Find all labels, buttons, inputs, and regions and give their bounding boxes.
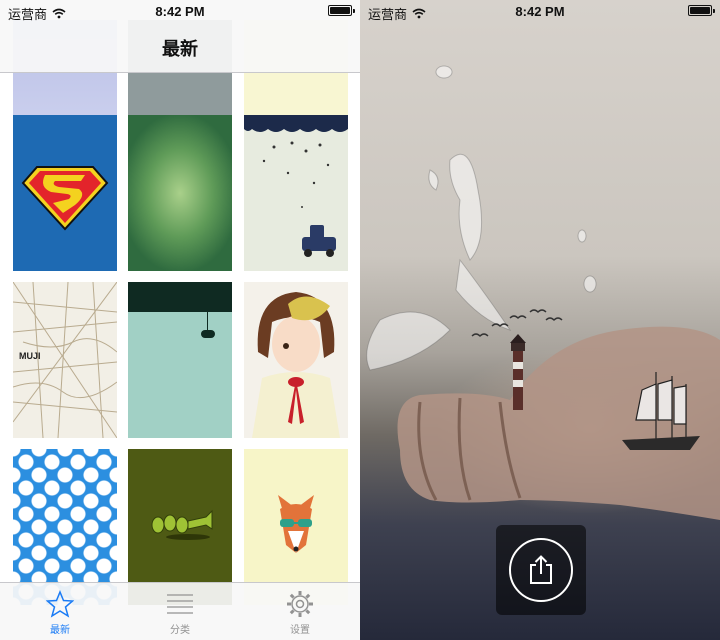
tab-latest[interactable]: 最新: [0, 583, 120, 640]
tab-settings-label: 设置: [290, 625, 310, 636]
wallpaper-tile-superman[interactable]: [13, 115, 117, 271]
share-circle: [509, 538, 573, 602]
wallpaper-preview-screen: 运营商 8:42 PM: [360, 0, 720, 640]
anime-girl-art: [252, 292, 340, 438]
dark-band: [128, 282, 232, 312]
superman-logo-icon: [21, 166, 109, 231]
tab-categories[interactable]: 分类: [120, 583, 240, 640]
muji-label: MUJI: [19, 351, 41, 361]
wallpaper-tile-muji-map[interactable]: MUJI: [13, 282, 117, 438]
status-bar: 运营商 8:42 PM: [0, 0, 360, 22]
wallpaper-list-screen: ✻ ✻ ✻ ✻: [0, 0, 360, 640]
map-art: MUJI: [13, 282, 117, 438]
wallpaper-tile-green-blur[interactable]: [128, 115, 232, 271]
share-button[interactable]: [496, 525, 586, 615]
battery-icon: [328, 5, 355, 16]
night-car-art: [244, 115, 348, 257]
wallpaper-tile-anime-girl[interactable]: [244, 282, 348, 438]
share-icon: [530, 555, 552, 584]
status-time: 8:42 PM: [155, 4, 205, 19]
gear-icon: [287, 591, 313, 617]
status-time: 8:42 PM: [515, 4, 565, 19]
tab-settings[interactable]: 设置: [240, 583, 360, 640]
wallpaper-tile-night-car[interactable]: [244, 115, 348, 271]
tab-categories-label: 分类: [170, 625, 190, 636]
list-icon: [167, 594, 193, 614]
star-icon: [46, 590, 74, 618]
hanging-bubble: [201, 330, 215, 338]
status-bar: 运营商 8:42 PM: [360, 0, 720, 22]
tab-bar: 最新 分类 设置: [0, 582, 360, 640]
wallpaper-tile-teal-minimal[interactable]: [128, 282, 232, 438]
screens: ✻ ✻ ✻ ✻: [0, 0, 720, 640]
page-title: 最新: [162, 39, 198, 59]
tab-latest-label: 最新: [50, 625, 70, 636]
battery-icon: [688, 5, 715, 16]
